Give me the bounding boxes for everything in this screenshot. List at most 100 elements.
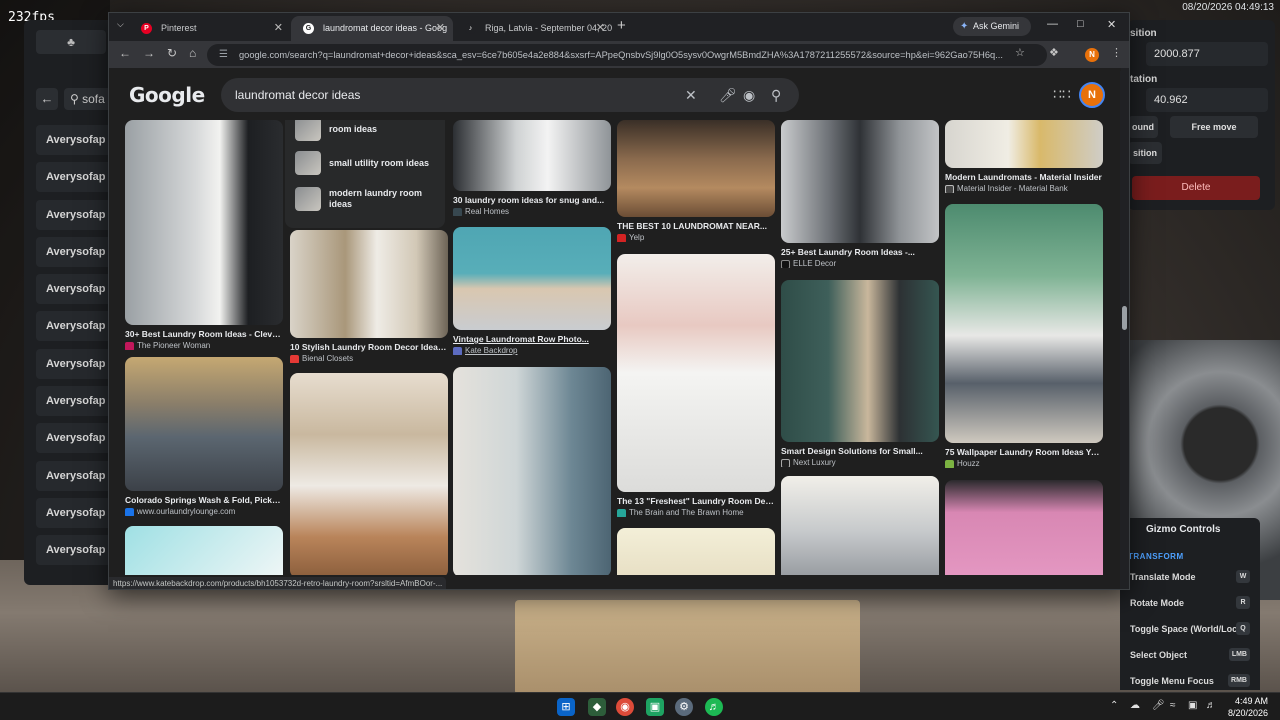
related-search-item[interactable]: modern laundry room ideas xyxy=(291,184,441,214)
tray-chevron-icon[interactable]: ⌃ xyxy=(1110,700,1118,711)
delete-button[interactable]: Delete xyxy=(1132,176,1260,200)
close-icon[interactable]: ✕ xyxy=(436,16,445,41)
windows-start-icon[interactable]: ⊞ xyxy=(557,698,575,716)
close-icon[interactable]: ✕ xyxy=(274,16,283,41)
image-result[interactable]: The 13 "Freshest" Laundry Room Deco... T… xyxy=(617,254,775,517)
network-icon[interactable]: ▣ xyxy=(1188,700,1197,711)
source-favicon-icon xyxy=(617,509,626,517)
image-result[interactable]: Colorado Springs Wash & Fold, Pickup ...… xyxy=(125,357,283,516)
gizmo-key: R xyxy=(1236,596,1250,609)
reset-position-button[interactable]: sition xyxy=(1128,142,1162,164)
result-image xyxy=(453,227,611,330)
related-thumbnail xyxy=(295,151,321,175)
cloud-icon[interactable]: ☁ xyxy=(1130,700,1140,711)
forward-arrow-icon[interactable]: → xyxy=(143,46,155,60)
terminal-icon[interactable]: ▣ xyxy=(646,698,664,716)
extensions-icon[interactable]: ❖ xyxy=(1049,46,1059,59)
microphone-icon[interactable]: 🎤︎ xyxy=(719,78,737,112)
category-button[interactable]: ♣ xyxy=(36,30,106,54)
clear-icon[interactable]: ✕ xyxy=(685,78,697,112)
taskbar-clock[interactable]: 4:49 AM 8/20/2026 xyxy=(1228,695,1268,719)
reload-icon[interactable]: ↻ xyxy=(167,46,177,60)
tab-google-search[interactable]: G laundromat decor ideas - Goog ✕ xyxy=(291,16,453,41)
image-result[interactable]: 10 Stylish Laundry Room Decor Ideas t...… xyxy=(290,230,448,363)
microphone-icon[interactable]: 🎤︎ xyxy=(1152,700,1165,711)
google-icon: G xyxy=(303,23,314,34)
result-title: The 13 "Freshest" Laundry Room Deco... xyxy=(617,496,775,506)
gizmo-row: Toggle Menu Focus RMB xyxy=(1130,674,1254,687)
back-arrow-icon[interactable]: ← xyxy=(119,46,131,60)
status-bar-url: https://www.katebackdrop.com/products/bh… xyxy=(109,577,447,589)
result-image xyxy=(617,254,775,492)
image-result[interactable] xyxy=(617,528,775,575)
page-scrollbar[interactable] xyxy=(1120,71,1129,589)
image-result[interactable]: 30+ Best Laundry Room Ideas - Clever... … xyxy=(125,120,283,350)
bookmark-star-icon[interactable]: ☆ xyxy=(1015,46,1025,59)
home-icon[interactable]: ⌂ xyxy=(189,46,196,60)
source-name: Real Homes xyxy=(465,207,510,216)
image-result[interactable]: 25+ Best Laundry Room Ideas -... ELLE De… xyxy=(781,120,939,268)
spotify-icon[interactable]: ♬ xyxy=(705,698,723,716)
result-title: Modern Laundromats - Material Insider xyxy=(945,172,1102,182)
source-favicon-icon xyxy=(945,460,954,468)
result-image xyxy=(125,357,283,491)
image-result[interactable]: Vintage Laundromat Row Photo... Kate Bac… xyxy=(453,227,611,355)
tab-riga[interactable]: ♪ Riga, Latvia - September 04, 20 ✕ xyxy=(453,16,613,41)
maximize-icon[interactable]: □ xyxy=(1077,18,1084,30)
related-thumbnail xyxy=(295,187,321,211)
tab-pinterest[interactable]: P Pinterest ✕ xyxy=(129,16,291,41)
result-image xyxy=(125,526,283,575)
free-move-button[interactable]: Free move xyxy=(1170,116,1258,138)
close-window-icon[interactable]: ✕ xyxy=(1107,18,1116,31)
site-info-icon[interactable]: ☰ xyxy=(219,44,228,66)
gizmo-section: TRANSFORM xyxy=(1128,552,1184,561)
scene-table xyxy=(515,600,860,695)
search-icon[interactable]: ⚲ xyxy=(771,78,781,112)
image-result[interactable]: Modern Laundromats - Material Insider Ma… xyxy=(945,120,1103,193)
related-search-item[interactable]: room ideas xyxy=(291,120,441,144)
result-image xyxy=(781,280,939,442)
image-result[interactable]: THE BEST 10 LAUNDROMAT NEAR... Yelp xyxy=(617,120,775,242)
wifi-icon[interactable]: ≈ xyxy=(1170,700,1176,711)
menu-kebab-icon[interactable]: ⋮ xyxy=(1111,46,1122,59)
gizmo-key: Q xyxy=(1236,622,1250,635)
image-result[interactable]: Smart Design Solutions for Small... Next… xyxy=(781,280,939,467)
back-button[interactable]: ← xyxy=(36,88,58,110)
image-result[interactable]: 75 Wallpaper Laundry Room Ideas You'... … xyxy=(945,204,1103,468)
result-image xyxy=(290,230,448,338)
result-title: Vintage Laundromat Row Photo... xyxy=(453,334,589,344)
apps-grid-icon[interactable]: ∷∷ xyxy=(1053,86,1071,103)
address-bar[interactable]: ☰ google.com/search?q=laundromat+decor+i… xyxy=(207,44,1047,66)
result-image xyxy=(453,120,611,191)
clock-date: 8/20/2026 xyxy=(1227,708,1268,718)
google-logo[interactable]: Google xyxy=(129,83,205,107)
new-tab-button[interactable]: + xyxy=(617,17,626,34)
ask-gemini-button[interactable]: ✦ Ask Gemini xyxy=(953,17,1031,36)
position-field[interactable]: 2000.877 xyxy=(1146,42,1268,66)
source-favicon-icon xyxy=(125,508,134,516)
lens-icon[interactable]: ◉ xyxy=(743,78,755,112)
settings-icon[interactable]: ⚙ xyxy=(675,698,693,716)
ground-button[interactable]: ound xyxy=(1128,116,1158,138)
image-result[interactable] xyxy=(290,373,448,575)
result-source: The Brain and The Brawn Home xyxy=(617,508,775,517)
google-account-avatar[interactable]: N xyxy=(1079,82,1105,108)
image-result[interactable] xyxy=(453,367,611,575)
tab-search-icon[interactable]: ⌵ xyxy=(117,19,124,30)
image-result[interactable] xyxy=(781,476,939,575)
related-search-item[interactable]: small utility room ideas xyxy=(291,148,441,178)
close-icon[interactable]: ✕ xyxy=(596,16,605,41)
image-result[interactable] xyxy=(125,526,283,575)
app-icon[interactable]: ◆ xyxy=(588,698,606,716)
result-image xyxy=(945,204,1103,443)
image-result[interactable]: 30 laundry room ideas for snug and... Re… xyxy=(453,120,611,216)
scrollbar-thumb[interactable] xyxy=(1122,306,1127,330)
image-result[interactable] xyxy=(945,480,1103,575)
search-input[interactable]: laundromat decor ideas ✕ 🎤︎ ◉ ⚲ xyxy=(221,78,799,112)
minimize-icon[interactable]: — xyxy=(1047,18,1058,30)
chrome-icon[interactable]: ◉ xyxy=(616,698,634,716)
rotation-field[interactable]: 40.962 xyxy=(1146,88,1268,112)
profile-avatar[interactable]: N xyxy=(1085,48,1099,62)
volume-icon[interactable]: ♬ xyxy=(1206,700,1216,711)
source-favicon-icon xyxy=(617,234,626,242)
